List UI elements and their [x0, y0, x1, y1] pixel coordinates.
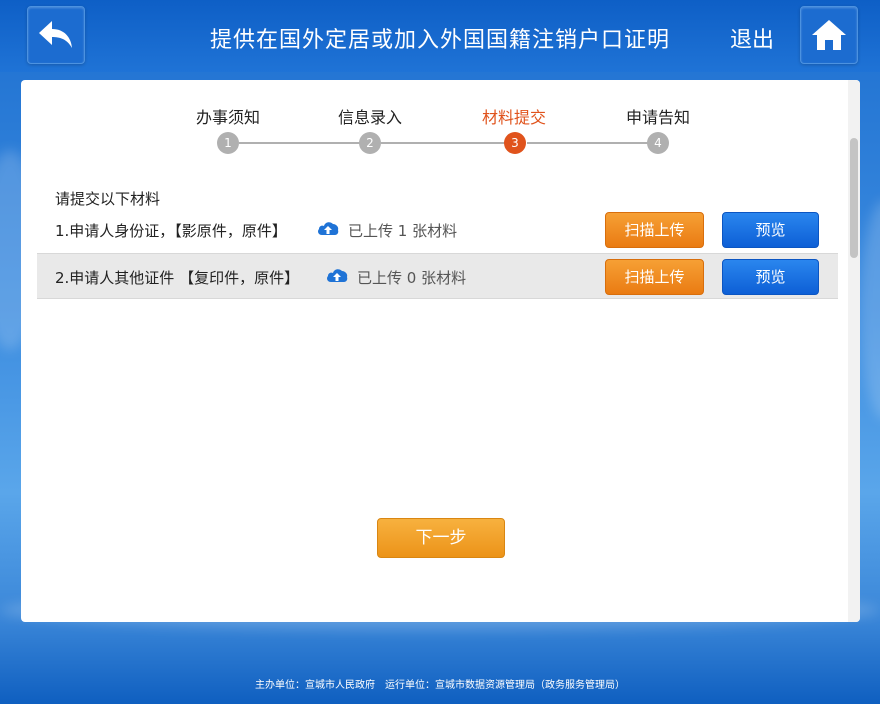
material-name: 2.申请人其他证件 【复印件，原件】	[55, 269, 300, 287]
step-dot-4: 4	[647, 132, 669, 154]
scrollbar[interactable]	[848, 80, 860, 622]
cloud-upload-icon	[327, 269, 348, 282]
step-label-1: 办事须知	[195, 108, 260, 127]
main-panel: 办事须知 信息录入 材料提交 申请告知 1 2 3 4 请提交以下材料 1.申请…	[21, 80, 860, 622]
step-label-2: 信息录入	[337, 108, 402, 127]
scan-upload-button[interactable]: 扫描上传	[605, 212, 704, 248]
back-button[interactable]	[27, 6, 85, 64]
materials-intro: 请提交以下材料	[55, 190, 161, 208]
step-dot-1: 1	[217, 132, 239, 154]
cloud-upload-icon	[318, 222, 339, 235]
step-label-3: 材料提交	[481, 108, 546, 127]
home-icon	[812, 20, 846, 50]
step-connector	[239, 142, 369, 144]
material-name: 1.申请人身份证，【影原件，原件】	[55, 222, 287, 240]
step-connector	[381, 142, 515, 144]
step-dot-3: 3	[504, 132, 526, 154]
step-dot-2: 2	[359, 132, 381, 154]
preview-button[interactable]: 预览	[722, 259, 819, 295]
home-button[interactable]	[800, 6, 858, 64]
next-step-button[interactable]: 下一步	[377, 518, 505, 558]
preview-button[interactable]: 预览	[722, 212, 819, 248]
footer-text: 主办单位：宣城市人民政府 运行单位：宣城市数据资源管理局（政务服务管理局）	[255, 680, 625, 691]
page-title: 提供在国外定居或加入外国国籍注销户口证明	[209, 28, 670, 53]
step-label-4: 申请告知	[625, 108, 690, 127]
back-arrow-icon	[39, 21, 72, 48]
material-row: 1.申请人身份证，【影原件，原件】 已上传 1 张材料 扫描上传 预览	[37, 207, 838, 253]
material-row: 2.申请人其他证件 【复印件，原件】 已上传 0 张材料 扫描上传 预览	[37, 253, 838, 299]
scan-upload-button[interactable]: 扫描上传	[605, 259, 704, 295]
upload-status: 已上传 0 张材料	[357, 269, 467, 287]
step-connector	[527, 142, 653, 144]
exit-button[interactable]: 退出	[730, 22, 774, 54]
background-cloud	[860, 200, 880, 420]
header-bar: 提供在国外定居或加入外国国籍注销户口证明 退出	[0, 0, 880, 72]
upload-status: 已上传 1 张材料	[348, 222, 458, 240]
scrollbar-thumb[interactable]	[850, 138, 858, 258]
